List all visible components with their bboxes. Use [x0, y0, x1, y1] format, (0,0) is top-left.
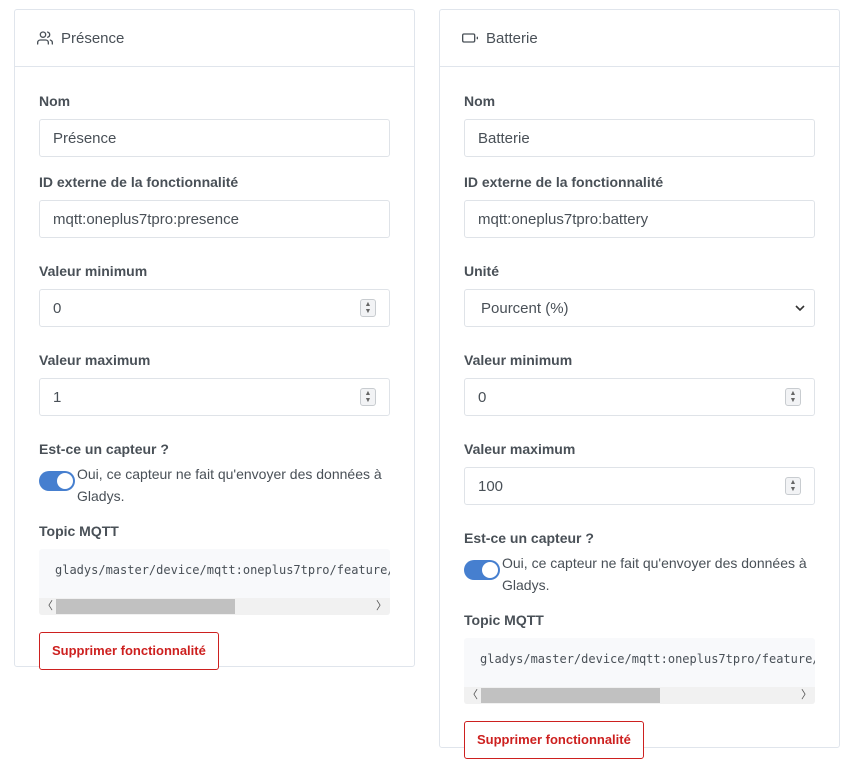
number-spinner[interactable]: ▲ ▼	[785, 388, 801, 406]
card-title: Présence	[61, 29, 125, 47]
external-id-value: mqtt:oneplus7tpro:battery	[478, 210, 649, 228]
max-value-label: Valeur maximum	[39, 352, 151, 368]
external-id-value: mqtt:oneplus7tpro:presence	[53, 210, 239, 228]
chevron-down-icon	[795, 305, 805, 312]
feature-card-presence: Présence Nom Présence ID externe de la f…	[14, 9, 415, 670]
sensor-toggle-text: Oui, ce capteur ne fait qu'envoyer des d…	[502, 555, 807, 593]
scrollbar-thumb[interactable]	[56, 599, 235, 614]
max-value-input[interactable]: 1 ▲ ▼	[39, 378, 390, 416]
min-value-value: 0	[53, 299, 62, 317]
horizontal-scrollbar[interactable]: 〈 〉	[464, 687, 815, 704]
sensor-toggle[interactable]	[464, 560, 500, 580]
unit-select-value: Pourcent (%)	[481, 299, 569, 317]
unit-select[interactable]: Pourcent (%)	[464, 289, 815, 327]
users-icon	[37, 31, 53, 45]
battery-icon	[462, 33, 478, 43]
scroll-left-icon[interactable]: 〈	[464, 687, 481, 704]
card-header: Présence	[15, 10, 414, 67]
external-id-input[interactable]: mqtt:oneplus7tpro:battery	[464, 200, 815, 238]
topic-label: Topic MQTT	[464, 612, 544, 628]
max-value-input[interactable]: 100 ▲ ▼	[464, 467, 815, 505]
unit-label: Unité	[464, 263, 499, 279]
topic-code-text: gladys/master/device/mqtt:oneplus7tpro/f…	[480, 652, 815, 666]
horizontal-scrollbar[interactable]: 〈 〉	[39, 598, 390, 615]
name-input[interactable]: Batterie	[464, 119, 815, 157]
min-value-input[interactable]: 0 ▲ ▼	[39, 289, 390, 327]
sensor-label: Est-ce un capteur ?	[39, 441, 169, 457]
delete-feature-button[interactable]: Supprimer fonctionnalité	[464, 721, 644, 759]
min-value-label: Valeur minimum	[39, 263, 148, 279]
max-value-label: Valeur maximum	[464, 441, 576, 457]
external-id-input[interactable]: mqtt:oneplus7tpro:presence	[39, 200, 390, 238]
external-id-label: ID externe de la fonctionnalité	[464, 174, 664, 190]
scrollbar-thumb[interactable]	[481, 688, 660, 703]
delete-feature-button[interactable]: Supprimer fonctionnalité	[39, 632, 219, 670]
number-spinner[interactable]: ▲ ▼	[360, 388, 376, 406]
topic-label: Topic MQTT	[39, 523, 119, 539]
max-value-value: 100	[478, 477, 504, 495]
topic-code-block: gladys/master/device/mqtt:oneplus7tpro/f…	[39, 549, 390, 615]
name-input-value: Batterie	[478, 129, 530, 147]
max-value-value: 1	[53, 388, 62, 406]
name-label: Nom	[464, 93, 496, 109]
card-title: Batterie	[486, 29, 538, 47]
sensor-toggle[interactable]	[39, 471, 75, 491]
number-spinner[interactable]: ▲ ▼	[785, 477, 801, 495]
scroll-right-icon[interactable]: 〉	[798, 687, 815, 704]
sensor-label: Est-ce un capteur ?	[464, 530, 594, 546]
external-id-label: ID externe de la fonctionnalité	[39, 174, 239, 190]
min-value-label: Valeur minimum	[464, 352, 573, 368]
name-label: Nom	[39, 93, 71, 109]
topic-code-block: gladys/master/device/mqtt:oneplus7tpro/f…	[464, 638, 815, 704]
name-input-value: Présence	[53, 129, 117, 147]
min-value-value: 0	[478, 388, 487, 406]
number-spinner[interactable]: ▲ ▼	[360, 299, 376, 317]
scroll-left-icon[interactable]: 〈	[39, 598, 56, 615]
sensor-toggle-text: Oui, ce capteur ne fait qu'envoyer des d…	[77, 466, 382, 504]
feature-card-battery: Batterie Nom Batterie ID externe de la f…	[439, 9, 840, 759]
min-value-input[interactable]: 0 ▲ ▼	[464, 378, 815, 416]
scroll-right-icon[interactable]: 〉	[373, 598, 390, 615]
topic-code-text: gladys/master/device/mqtt:oneplus7tpro/f…	[55, 563, 390, 577]
card-header: Batterie	[440, 10, 839, 67]
name-input[interactable]: Présence	[39, 119, 390, 157]
